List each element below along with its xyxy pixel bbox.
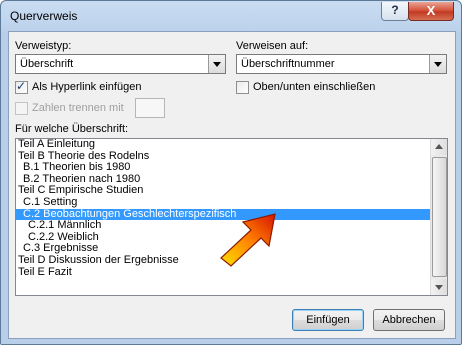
- chevron-down-icon[interactable]: [429, 55, 446, 73]
- oben-unten-checkbox[interactable]: [236, 81, 249, 94]
- scroll-down-icon[interactable]: [431, 279, 447, 295]
- separator-input[interactable]: [135, 98, 165, 118]
- scroll-thumb[interactable]: [432, 157, 447, 277]
- pointer-arrow-icon: [220, 213, 276, 267]
- zahlen-trennen-label: Zahlen trennen mit: [32, 102, 124, 114]
- cross-reference-dialog: Querverweis ? X Verweistyp: Überschrift …: [0, 0, 462, 345]
- verweisen-auf-dropdown[interactable]: Überschriftnummer: [236, 54, 447, 74]
- verweistyp-value: Überschrift: [20, 58, 74, 70]
- list-item[interactable]: Teil A Einleitung: [16, 139, 430, 151]
- scroll-up-icon[interactable]: [431, 139, 447, 155]
- hyperlink-label[interactable]: Als Hyperlink einfügen: [32, 81, 141, 93]
- list-item[interactable]: Teil E Fazit: [16, 266, 430, 279]
- cancel-button[interactable]: Abbrechen: [373, 309, 445, 331]
- list-item[interactable]: C.1 Setting: [16, 196, 430, 209]
- heading-list-label: Für welche Überschrift:: [15, 123, 129, 135]
- dialog-title: Querverweis: [10, 9, 78, 23]
- verweisen-auf-label: Verweisen auf:: [236, 40, 309, 52]
- close-button[interactable]: X: [408, 2, 454, 21]
- hyperlink-checkbox[interactable]: [15, 79, 28, 94]
- title-bar: Querverweis ? X: [1, 1, 461, 31]
- verweistyp-label: Verweistyp:: [15, 40, 72, 52]
- verweisen-auf-value: Überschriftnummer: [241, 58, 335, 70]
- vertical-scrollbar[interactable]: [430, 139, 447, 295]
- list-item[interactable]: Teil C Empirische Studien: [16, 185, 430, 197]
- verweistyp-dropdown[interactable]: Überschrift: [15, 54, 226, 74]
- dialog-body: Verweistyp: Überschrift Verweisen auf: Ü…: [8, 31, 456, 339]
- insert-button[interactable]: Einfügen: [292, 309, 364, 331]
- oben-unten-label[interactable]: Oben/unten einschließen: [253, 81, 375, 93]
- chevron-down-icon[interactable]: [208, 55, 225, 73]
- zahlen-trennen-checkbox[interactable]: [15, 102, 28, 115]
- help-button[interactable]: ?: [381, 2, 409, 21]
